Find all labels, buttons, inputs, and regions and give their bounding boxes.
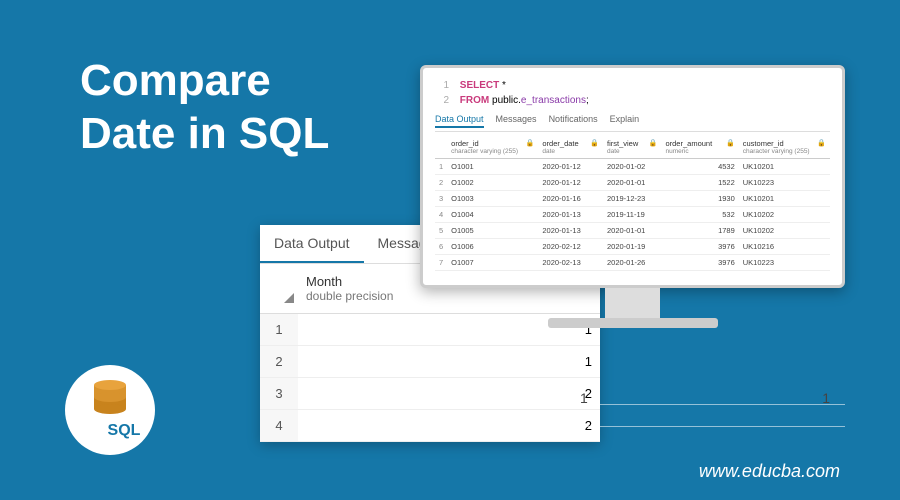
corner-handle-icon[interactable] — [260, 270, 298, 307]
table-name: e_transactions — [521, 95, 586, 106]
cell-customer-id: UK10201 — [739, 191, 830, 207]
cell-customer-id: UK10202 — [739, 223, 830, 239]
tab-explain[interactable]: Explain — [610, 114, 640, 128]
table-row[interactable]: 6O10062020-02-122020-01-193976UK10216 — [435, 239, 830, 255]
tab-messages[interactable]: Messages — [496, 114, 537, 128]
decor-value: 1 — [822, 390, 830, 406]
cell-first-view: 2020-01-02 — [603, 159, 661, 175]
monitor-stand-base — [548, 318, 718, 328]
monitor-stand-neck — [605, 288, 660, 318]
sql-keyword: SELECT — [460, 80, 499, 91]
cell-first-view: 2020-01-01 — [603, 175, 661, 191]
tab-notifications[interactable]: Notifications — [549, 114, 598, 128]
column-header[interactable]: order_id🔒character varying (255) — [447, 136, 538, 159]
table-row[interactable]: 1O10012020-01-122020-01-024532UK10201 — [435, 159, 830, 175]
row-number: 4 — [435, 207, 447, 223]
table-row[interactable]: 21 — [260, 346, 600, 378]
monitor-frame: 1 SELECT * 2 FROM public.e_transactions;… — [420, 65, 845, 328]
sql-logo-badge: SQL — [65, 365, 155, 455]
cell-order-date: 2020-01-13 — [538, 223, 603, 239]
row-index: 4 — [260, 410, 298, 441]
result-tab-bar: Data Output Messages Notifications Expla… — [435, 114, 830, 132]
row-index: 1 — [260, 314, 298, 345]
cell-customer-id: UK10201 — [739, 159, 830, 175]
cell-first-view: 2020-01-19 — [603, 239, 661, 255]
cell-order-id: O1004 — [447, 207, 538, 223]
cell-order-date: 2020-01-12 — [538, 159, 603, 175]
table-row[interactable]: 7O10072020-02-132020-01-263976UK10223 — [435, 255, 830, 271]
title-line-2: Date in SQL — [80, 108, 329, 161]
cell-order-id: O1006 — [447, 239, 538, 255]
table-row[interactable]: 3O10032020-01-162019-12-231930UK10201 — [435, 191, 830, 207]
cell-order-amount: 4532 — [661, 159, 738, 175]
cell-order-id: O1001 — [447, 159, 538, 175]
sql-label: SQL — [108, 422, 141, 440]
cell-customer-id: UK10202 — [739, 207, 830, 223]
column-header[interactable]: order_amount🔒numeric — [661, 136, 738, 159]
column-header[interactable]: customer_id🔒character varying (255) — [739, 136, 830, 159]
cell-first-view: 2019-12-23 — [603, 191, 661, 207]
cell-first-view: 2020-01-26 — [603, 255, 661, 271]
cell-customer-id: UK10223 — [739, 255, 830, 271]
table-row[interactable]: 4O10042020-01-132019-11-19532UK10202 — [435, 207, 830, 223]
cell-first-view: 2019-11-19 — [603, 207, 661, 223]
cell-value: 1 — [298, 346, 600, 377]
tab-data-output[interactable]: Data Output — [435, 114, 484, 128]
watermark-text: www.educba.com — [699, 461, 840, 482]
cell-customer-id: UK10216 — [739, 239, 830, 255]
cell-order-id: O1005 — [447, 223, 538, 239]
cell-order-amount: 3976 — [661, 255, 738, 271]
cell-order-date: 2020-02-12 — [538, 239, 603, 255]
cell-order-date: 2020-01-12 — [538, 175, 603, 191]
decor-value: 1 — [580, 390, 588, 406]
row-number: 3 — [435, 191, 447, 207]
lock-icon: 🔒 — [649, 139, 658, 147]
table-row[interactable]: 5O10052020-01-132020-01-011789UK10202 — [435, 223, 830, 239]
monitor-screen: 1 SELECT * 2 FROM public.e_transactions;… — [420, 65, 845, 288]
column-header[interactable]: order_date🔒date — [538, 136, 603, 159]
cell-customer-id: UK10223 — [739, 175, 830, 191]
cell-order-amount: 1522 — [661, 175, 738, 191]
line-number: 2 — [435, 93, 449, 108]
lock-icon: 🔒 — [526, 139, 535, 147]
row-index: 2 — [260, 346, 298, 377]
title-line-1: Compare — [80, 55, 329, 108]
table-row[interactable]: 2O10022020-01-122020-01-011522UK10223 — [435, 175, 830, 191]
lock-icon: 🔒 — [590, 139, 599, 147]
page-title: Compare Date in SQL — [80, 55, 329, 161]
cell-order-date: 2020-02-13 — [538, 255, 603, 271]
cell-order-id: O1002 — [447, 175, 538, 191]
row-number: 2 — [435, 175, 447, 191]
cell-order-date: 2020-01-16 — [538, 191, 603, 207]
row-number: 6 — [435, 239, 447, 255]
sql-keyword: FROM — [460, 95, 489, 106]
results-table: order_id🔒character varying (255)order_da… — [435, 136, 830, 271]
cell-order-amount: 532 — [661, 207, 738, 223]
database-icon — [94, 380, 126, 418]
row-number: 7 — [435, 255, 447, 271]
cell-order-amount: 3976 — [661, 239, 738, 255]
cell-order-amount: 1930 — [661, 191, 738, 207]
cell-order-date: 2020-01-13 — [538, 207, 603, 223]
lock-icon: 🔒 — [726, 139, 735, 147]
row-number: 5 — [435, 223, 447, 239]
rownum-header — [435, 136, 447, 159]
line-number: 1 — [435, 78, 449, 93]
cell-order-amount: 1789 — [661, 223, 738, 239]
cell-order-id: O1003 — [447, 191, 538, 207]
sql-code-block: 1 SELECT * 2 FROM public.e_transactions; — [435, 78, 830, 108]
cell-order-id: O1007 — [447, 255, 538, 271]
decorative-lines: 1 1 — [380, 390, 845, 440]
cell-first-view: 2020-01-01 — [603, 223, 661, 239]
row-index: 3 — [260, 378, 298, 409]
row-number: 1 — [435, 159, 447, 175]
tab-data-output[interactable]: Data Output — [260, 225, 364, 263]
lock-icon: 🔒 — [817, 139, 826, 147]
column-header[interactable]: first_view🔒date — [603, 136, 661, 159]
